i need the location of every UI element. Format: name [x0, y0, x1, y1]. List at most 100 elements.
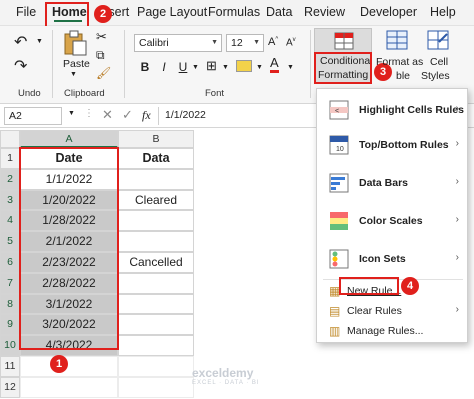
format-as-table-icon[interactable]	[386, 30, 408, 50]
tab-review[interactable]: Review	[304, 5, 345, 19]
menu-item-top-bottom-rules[interactable]: 10 Top/Bottom Rules ›	[317, 127, 467, 163]
underline-dropdown-icon[interactable]: ▼	[192, 64, 199, 71]
format-as-table-label-1[interactable]: Format as	[376, 56, 423, 68]
undo-icon[interactable]: ↶	[14, 32, 27, 52]
empty-cell[interactable]	[118, 376, 194, 398]
function-icon[interactable]: fx	[142, 108, 151, 123]
data-cell[interactable]	[118, 168, 194, 190]
row-header[interactable]: 4	[0, 210, 20, 232]
empty-cell[interactable]	[20, 356, 118, 377]
row-header[interactable]: 5	[0, 231, 20, 252]
svg-text:<: <	[335, 108, 339, 115]
row-header[interactable]: 7	[0, 272, 20, 294]
date-cell[interactable]: 1/1/2022	[20, 168, 118, 190]
undo-dropdown-icon[interactable]: ▼	[36, 38, 43, 45]
menu-item-manage-rules[interactable]: ▥ Manage Rules...	[317, 321, 467, 341]
font-color-dropdown-icon[interactable]: ▼	[287, 64, 294, 71]
underline-button[interactable]: U	[176, 60, 190, 74]
data-cell[interactable]: Cancelled	[118, 252, 194, 273]
borders-dropdown-icon[interactable]: ▼	[222, 64, 229, 71]
conditional-formatting-button[interactable]: Conditional Formatting	[314, 28, 373, 84]
divider	[124, 30, 125, 98]
row-header[interactable]: 6	[0, 252, 20, 273]
data-cell[interactable]	[118, 335, 194, 356]
row-header[interactable]: 3	[0, 189, 20, 211]
empty-cell[interactable]	[20, 376, 118, 398]
date-cell[interactable]: 3/20/2022	[20, 314, 118, 336]
menu-item-new-rule[interactable]: ▦ New Rule...	[317, 281, 467, 301]
data-cell[interactable]	[118, 231, 194, 252]
name-box[interactable]: A2	[4, 107, 62, 125]
watermark-name: exceldemy	[192, 366, 254, 380]
data-cell[interactable]	[118, 272, 194, 294]
tab-data[interactable]: Data	[266, 5, 292, 19]
date-cell[interactable]: 2/1/2022	[20, 231, 118, 252]
cell-styles-label-1[interactable]: Cell	[430, 56, 448, 68]
row-header[interactable]: 9	[0, 314, 20, 336]
menu-item-data-bars[interactable]: Data Bars ›	[317, 165, 467, 201]
empty-cell[interactable]	[118, 356, 194, 377]
cancel-icon[interactable]: ✕	[102, 107, 113, 123]
font-name-select[interactable]: Calibri ▼	[134, 34, 222, 52]
date-cell[interactable]: 1/20/2022	[20, 189, 118, 211]
date-cell[interactable]: 2/28/2022	[20, 272, 118, 294]
row-header[interactable]: 11	[0, 356, 20, 377]
tab-file[interactable]: File	[16, 5, 36, 19]
borders-icon[interactable]: ⊞	[206, 58, 217, 74]
paste-button[interactable]: Paste	[63, 58, 90, 70]
tab-help[interactable]: Help	[430, 5, 456, 19]
paste-icon[interactable]	[63, 30, 87, 56]
copy-icon[interactable]: ⧉	[96, 48, 105, 63]
excel-window: { "menubar":{"tabs":[ {"label":"File"},{…	[0, 0, 474, 399]
menu-item-highlight-cells-rules[interactable]: < Highlight Cells Rules ›	[317, 93, 467, 127]
column-header-b[interactable]: B	[118, 130, 194, 148]
row-header[interactable]: 2	[0, 168, 20, 190]
select-all-corner[interactable]	[0, 130, 20, 148]
paste-dropdown-icon[interactable]: ▼	[70, 71, 77, 78]
cell-styles-label-2[interactable]: Styles	[421, 70, 450, 82]
fill-dropdown-icon[interactable]: ▼	[256, 64, 263, 71]
bold-button[interactable]: B	[138, 60, 152, 74]
cut-icon[interactable]: ✂	[96, 29, 107, 45]
date-cell[interactable]: 1/28/2022	[20, 210, 118, 232]
data-cell[interactable]: Cleared	[118, 189, 194, 211]
menu-item-color-scales[interactable]: Color Scales ›	[317, 203, 467, 239]
tab-page-layout[interactable]: Page Layout	[137, 5, 207, 19]
decrease-font-icon[interactable]: Av	[286, 37, 296, 48]
row-header[interactable]: 10	[0, 335, 20, 356]
row-header[interactable]: 12	[0, 376, 20, 398]
fill-color-icon[interactable]	[236, 60, 252, 72]
font-color-icon[interactable]: A	[270, 56, 279, 73]
date-cell[interactable]: 3/1/2022	[20, 293, 118, 315]
tab-formulas[interactable]: Formulas	[208, 5, 260, 19]
row-header[interactable]: 8	[0, 293, 20, 315]
conditional-formatting-menu: < Highlight Cells Rules › 10 Top/Bottom …	[316, 88, 468, 343]
menu-item-icon-sets[interactable]: Icon Sets ›	[317, 241, 467, 277]
data-cell[interactable]	[118, 293, 194, 315]
data-cell[interactable]	[118, 314, 194, 336]
formula-input[interactable]: 1/1/2022	[158, 107, 316, 125]
cell-styles-icon[interactable]	[427, 30, 449, 50]
redo-icon[interactable]: ↷	[14, 56, 27, 76]
tab-developer[interactable]: Developer	[360, 5, 417, 19]
highlight-cells-icon: <	[329, 100, 349, 120]
enter-icon[interactable]: ✓	[122, 107, 133, 123]
cell-a1-header[interactable]: Date	[20, 148, 118, 169]
date-cell[interactable]: 2/23/2022	[20, 252, 118, 273]
format-painter-icon[interactable]: 🖌	[96, 66, 111, 80]
active-tab-indicator	[54, 20, 82, 22]
font-size-select[interactable]: 12 ▼	[226, 34, 264, 52]
cell-b1-header[interactable]: Data	[118, 148, 194, 169]
top-bottom-icon: 10	[329, 135, 349, 155]
italic-button[interactable]: I	[157, 60, 171, 74]
date-cell[interactable]: 4/3/2022	[20, 335, 118, 356]
name-box-dropdown-icon[interactable]: ▼	[68, 110, 75, 117]
increase-font-icon[interactable]: A^	[268, 36, 278, 48]
column-header-a[interactable]: A	[20, 130, 118, 148]
data-cell[interactable]	[118, 210, 194, 232]
menu-item-clear-rules[interactable]: ▤ Clear Rules ›	[317, 301, 467, 321]
format-as-table-label-2[interactable]: ble	[396, 70, 410, 82]
menu-divider	[323, 279, 463, 280]
row-header[interactable]: 1	[0, 148, 20, 169]
tab-home[interactable]: Home	[52, 5, 87, 19]
